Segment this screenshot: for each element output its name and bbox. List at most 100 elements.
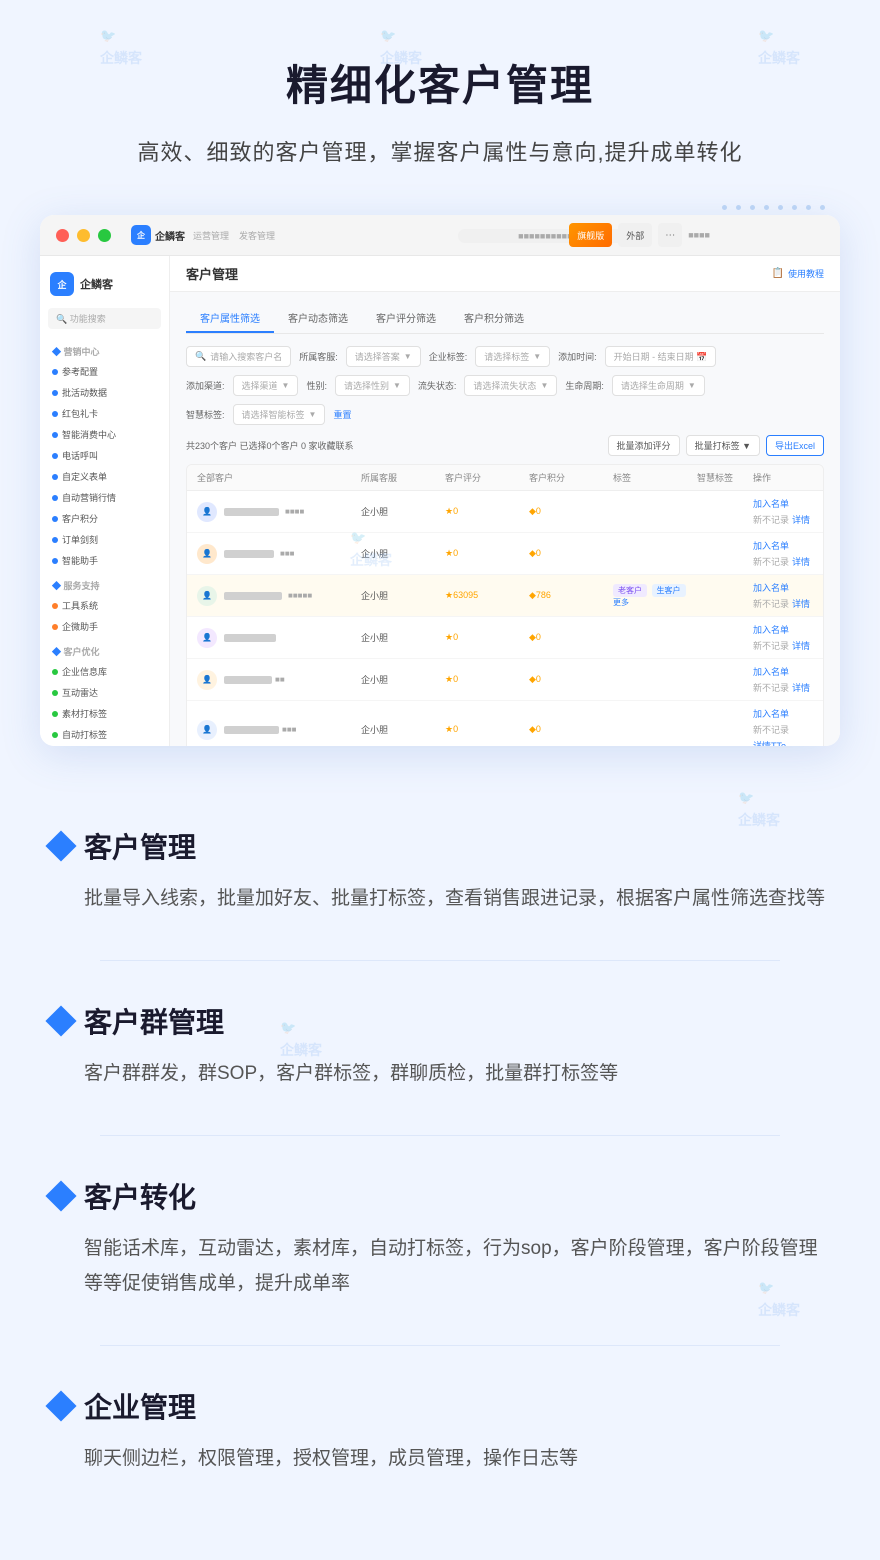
loss-select[interactable]: 请选择流失状态 ▼ xyxy=(464,375,557,396)
add-channel-select[interactable]: 选择渠道 ▼ xyxy=(233,375,299,396)
customer-sub: ■■■■ xyxy=(285,507,304,516)
sidebar-item-assistant[interactable]: 企微助手 xyxy=(40,616,169,637)
smart-filter-row: 智慧标签: 请选择智能标签 ▼ 重置 xyxy=(186,404,824,425)
customer-name-cell: 👤 ■■■■■ xyxy=(197,586,357,606)
enterprise-tag-select[interactable]: 请选择标签 ▼ xyxy=(475,346,550,367)
sidebar-item-points[interactable]: 客户积分 xyxy=(40,508,169,529)
add-to-list-btn[interactable]: 加入名单 xyxy=(753,665,789,678)
sidebar-item-friend-sign[interactable]: 好友签进 xyxy=(40,745,169,746)
reset-button[interactable]: 重置 xyxy=(333,408,351,421)
col-score: 客户积分 xyxy=(529,471,609,484)
add-to-list-btn[interactable]: 加入名单 xyxy=(753,539,789,552)
loss-label: 流失状态: xyxy=(418,379,457,392)
detail-btn-tte[interactable]: 详情TTe xyxy=(753,739,786,746)
tab-dynamic-filter[interactable]: 客户动态筛选 xyxy=(274,304,362,333)
detail-btn[interactable]: 详情 xyxy=(792,681,810,694)
customer-table: 全部客户 所属客服 客户评分 客户积分 标签 智慧标签 操作 👤 ■■■■ xyxy=(186,464,824,746)
sidebar-search[interactable]: 🔍 功能搜索 xyxy=(48,308,161,329)
feature-desc-4: 聊天侧边栏，权限管理，授权管理，成员管理，操作日志等 xyxy=(84,1442,830,1476)
tab-rating-filter[interactable]: 客户评分筛选 xyxy=(362,304,450,333)
avatar: 👤 xyxy=(197,544,217,564)
lifetime-placeholder: 请选择生命周期 xyxy=(621,379,684,392)
owner-name: 企小胆 xyxy=(361,673,441,686)
feature-title-3: 客户转化 xyxy=(50,1176,830,1216)
sidebar-item-order[interactable]: 订单剑刻 xyxy=(40,529,169,550)
customer-name-cell: 👤 ■■■■ xyxy=(197,502,357,522)
add-time-date-range[interactable]: 开始日期 - 结束日期 📅 xyxy=(605,346,717,367)
gender-select[interactable]: 请选择性别 ▼ xyxy=(335,375,410,396)
sidebar-item-company-lib[interactable]: 企业信息库 xyxy=(40,661,169,682)
detail-btn[interactable]: 详情 xyxy=(792,597,810,610)
record-btn[interactable]: 新不记录 xyxy=(753,597,789,610)
sidebar-item-material-tag[interactable]: 素材打标签 xyxy=(40,703,169,724)
table-row: 👤 ■■■■ 企小胆 ★0 ◆0 加入名单 新不记录 详情 xyxy=(187,491,823,533)
customer-name-cell: 👤 ■■ xyxy=(197,670,357,690)
tab-points-filter[interactable]: 客户积分筛选 xyxy=(450,304,538,333)
col-smart-tags: 智慧标签 xyxy=(697,471,749,484)
owner-name: 企小胆 xyxy=(361,589,441,602)
rating-stars: ★0 xyxy=(445,632,525,643)
feature-heading-4: 企业管理 xyxy=(84,1386,196,1426)
batch-add-rating-btn[interactable]: 批量添加评分 xyxy=(608,435,680,456)
detail-btn[interactable]: 详情 xyxy=(792,639,810,652)
ent-tag-chevron: ▼ xyxy=(533,352,541,361)
detail-btn[interactable]: 详情 xyxy=(792,555,810,568)
export-excel-btn[interactable]: 导出Excel xyxy=(766,435,824,456)
search-customer-input[interactable]: 🔍 请输入搜索客户名 xyxy=(186,346,291,367)
record-btn[interactable]: 新不记录 xyxy=(753,639,789,652)
sidebar-item-config[interactable]: 参考配置 xyxy=(40,361,169,382)
sidebar-item-form[interactable]: 自定义表单 xyxy=(40,466,169,487)
record-btn[interactable]: 新不记录 xyxy=(753,723,789,736)
batch-tag-btn[interactable]: 批量打标签 ▼ xyxy=(686,435,760,456)
sidebar-item-auto-marketing[interactable]: 自动营销行情 xyxy=(40,487,169,508)
topbar-actions: 📋 使用教程 xyxy=(772,267,824,280)
add-to-list-btn[interactable]: 加入名单 xyxy=(753,707,789,720)
sidebar-item-activity[interactable]: 批活动数据 xyxy=(40,382,169,403)
main-topbar: 客户管理 📋 使用教程 旗舰版 外部 ⋯ ■■■■ xyxy=(170,256,840,292)
sidebar-item-auto-tag[interactable]: 自动打标签 xyxy=(40,724,169,745)
record-btn[interactable]: 新不记录 xyxy=(753,555,789,568)
customer-content: 客户属性筛选 客户动态筛选 客户评分筛选 客户积分筛选 🔍 请输入搜索客户名 所… xyxy=(170,292,840,746)
rating-stars: ★0 xyxy=(445,674,525,685)
tab-attribute-filter[interactable]: 客户属性筛选 xyxy=(186,304,274,333)
customer-name xyxy=(224,592,282,600)
table-action-buttons: 批量添加评分 批量打标签 ▼ 导出Excel xyxy=(608,435,824,456)
smart-tag-select[interactable]: 请选择智能标签 ▼ xyxy=(233,404,326,425)
sidebar-section-service: ◆ 服务支持 xyxy=(40,571,169,595)
customer-name-cell: 👤 ■■■ xyxy=(197,720,357,740)
loss-placeholder: 请选择流失状态 xyxy=(473,379,536,392)
col-owner: 所属客服 xyxy=(361,471,441,484)
add-to-list-btn[interactable]: 加入名单 xyxy=(753,623,789,636)
close-button[interactable] xyxy=(56,229,69,242)
sidebar-section-marketing: ◆ 营销中心 xyxy=(40,337,169,361)
detail-btn[interactable]: 详情 xyxy=(792,513,810,526)
feature-conversion: 客户转化 智能话术库，互动雷达，素材库，自动打标签，行为sop，客户阶段管理，客… xyxy=(50,1176,830,1300)
sidebar-item-smart-consumer[interactable]: 智能消费中心 xyxy=(40,424,169,445)
sidebar-item-redpack[interactable]: 红包礼卡 xyxy=(40,403,169,424)
sidebar-item-smart[interactable]: 智能助手 xyxy=(40,550,169,571)
score-value: ◆0 xyxy=(529,674,609,685)
record-btn[interactable]: 新不记录 xyxy=(753,681,789,694)
feature-title-4: 企业管理 xyxy=(50,1386,830,1426)
tag-old-customer: 老客户 xyxy=(613,584,647,597)
table-header: 全部客户 所属客服 客户评分 客户积分 标签 智慧标签 操作 xyxy=(187,465,823,491)
lifetime-select[interactable]: 请选择生命周期 ▼ xyxy=(612,375,705,396)
page-header: 精细化客户管理 高效、细致的客户管理，掌握客户属性与意向,提升成单转化 xyxy=(0,0,880,195)
rating-stars: ★63095 xyxy=(445,590,525,601)
add-to-list-btn[interactable]: 加入名单 xyxy=(753,581,789,594)
help-link[interactable]: 📋 使用教程 xyxy=(772,267,824,280)
expand-tags[interactable]: 更多 xyxy=(613,598,629,607)
owner-select[interactable]: 请选择答案 ▼ xyxy=(346,346,421,367)
minimize-button[interactable] xyxy=(77,229,90,242)
sidebar-item-radar[interactable]: 互动雷达 xyxy=(40,682,169,703)
sidebar-item-tools[interactable]: 工具系统 xyxy=(40,595,169,616)
record-btn[interactable]: 新不记录 xyxy=(753,513,789,526)
sidebar-item-phone[interactable]: 电话呼叫 xyxy=(40,445,169,466)
feature-desc-3: 智能话术库，互动雷达，素材库，自动打标签，行为sop，客户阶段管理，客户阶段管理… xyxy=(84,1232,830,1300)
customer-name xyxy=(224,550,274,558)
feature-desc-2: 客户群群发，群SOP，客户群标签，群聊质检，批量群打标签等 xyxy=(84,1057,830,1091)
add-channel-placeholder: 选择渠道 xyxy=(242,379,278,392)
score-value: ◆0 xyxy=(529,506,609,517)
maximize-button[interactable] xyxy=(98,229,111,242)
add-to-list-btn[interactable]: 加入名单 xyxy=(753,497,789,510)
